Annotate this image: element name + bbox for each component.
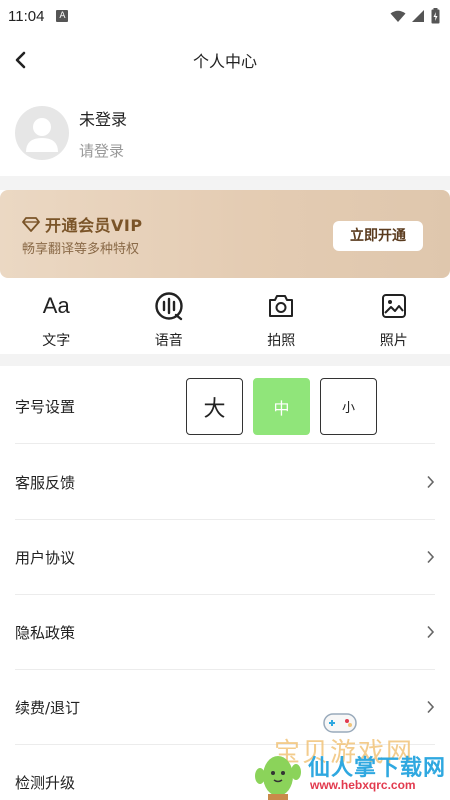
avatar[interactable] <box>15 106 69 160</box>
menu-item-privacy-policy[interactable]: 隐私政策 <box>15 595 435 670</box>
feature-photo[interactable]: 照片 <box>338 282 450 352</box>
open-vip-button[interactable]: 立即开通 <box>333 221 423 251</box>
font-size-small-button[interactable]: 小 <box>320 378 377 435</box>
menu-item-label: 检测升级 <box>15 774 76 792</box>
chevron-right-icon <box>427 475 435 489</box>
menu-item-label: 续费/退订 <box>15 698 81 717</box>
chevron-right-icon <box>427 700 435 714</box>
page-header: 个人中心 <box>0 40 450 80</box>
divider <box>0 354 450 366</box>
menu-item-label: 客服反馈 <box>15 473 76 492</box>
menu-item-renew-unsubscribe[interactable]: 续费/退订 <box>15 670 435 745</box>
feature-label: 语音 <box>154 333 183 349</box>
signal-icon <box>412 9 424 22</box>
chevron-right-icon <box>427 625 435 639</box>
menu-item-check-update[interactable]: 检测升级 <box>15 745 435 800</box>
status-time: 11:04 <box>8 7 45 25</box>
vip-title: 开通会员VIP <box>22 212 143 236</box>
wifi-icon <box>390 10 406 22</box>
font-size-medium-button[interactable]: 中 <box>253 378 310 435</box>
status-bar: 11:04 A <box>0 0 450 32</box>
menu-item-feedback[interactable]: 客服反馈 <box>15 445 435 520</box>
status-indicators <box>390 8 440 24</box>
diamond-icon <box>22 216 40 232</box>
feature-text[interactable]: Aa 文字 <box>0 282 113 352</box>
font-size-options: 大 中 小 <box>186 378 377 435</box>
back-button[interactable] <box>4 44 36 76</box>
user-info[interactable]: 未登录 请登录 <box>0 92 450 174</box>
menu-item-label: 用户协议 <box>15 548 76 567</box>
camera-icon <box>267 290 295 322</box>
menu-item-label: 隐私政策 <box>15 623 76 642</box>
feature-label: 拍照 <box>267 333 296 349</box>
menu-item-user-agreement[interactable]: 用户协议 <box>15 520 435 595</box>
battery-icon <box>431 8 440 24</box>
user-name: 未登录 <box>79 109 128 129</box>
feature-label: 照片 <box>379 333 408 349</box>
vip-banner[interactable]: 开通会员VIP 畅享翻译等多种特权 立即开通 <box>0 190 450 278</box>
login-prompt[interactable]: 请登录 <box>79 140 127 161</box>
chevron-left-icon <box>15 51 26 69</box>
voice-icon <box>154 290 184 322</box>
font-size-large-button[interactable]: 大 <box>186 378 243 435</box>
vip-title-text: 开通会员VIP <box>45 216 143 235</box>
feature-camera[interactable]: 拍照 <box>225 282 338 352</box>
feature-label: 文字 <box>42 333 71 349</box>
text-icon: Aa <box>42 293 70 318</box>
photo-icon <box>381 290 407 322</box>
vip-subtitle: 畅享翻译等多种特权 <box>22 242 140 257</box>
notification-icon: A <box>56 10 69 22</box>
feature-shortcuts: Aa 文字 语音 拍照 照片 <box>0 282 450 352</box>
feature-voice[interactable]: 语音 <box>113 282 226 352</box>
user-placeholder-icon <box>26 118 58 152</box>
font-size-setting: 字号设置 大 中 小 <box>15 370 435 444</box>
font-size-label: 字号设置 <box>15 398 76 416</box>
chevron-right-icon <box>427 550 435 564</box>
page-title: 个人中心 <box>192 52 257 71</box>
divider <box>0 176 450 190</box>
